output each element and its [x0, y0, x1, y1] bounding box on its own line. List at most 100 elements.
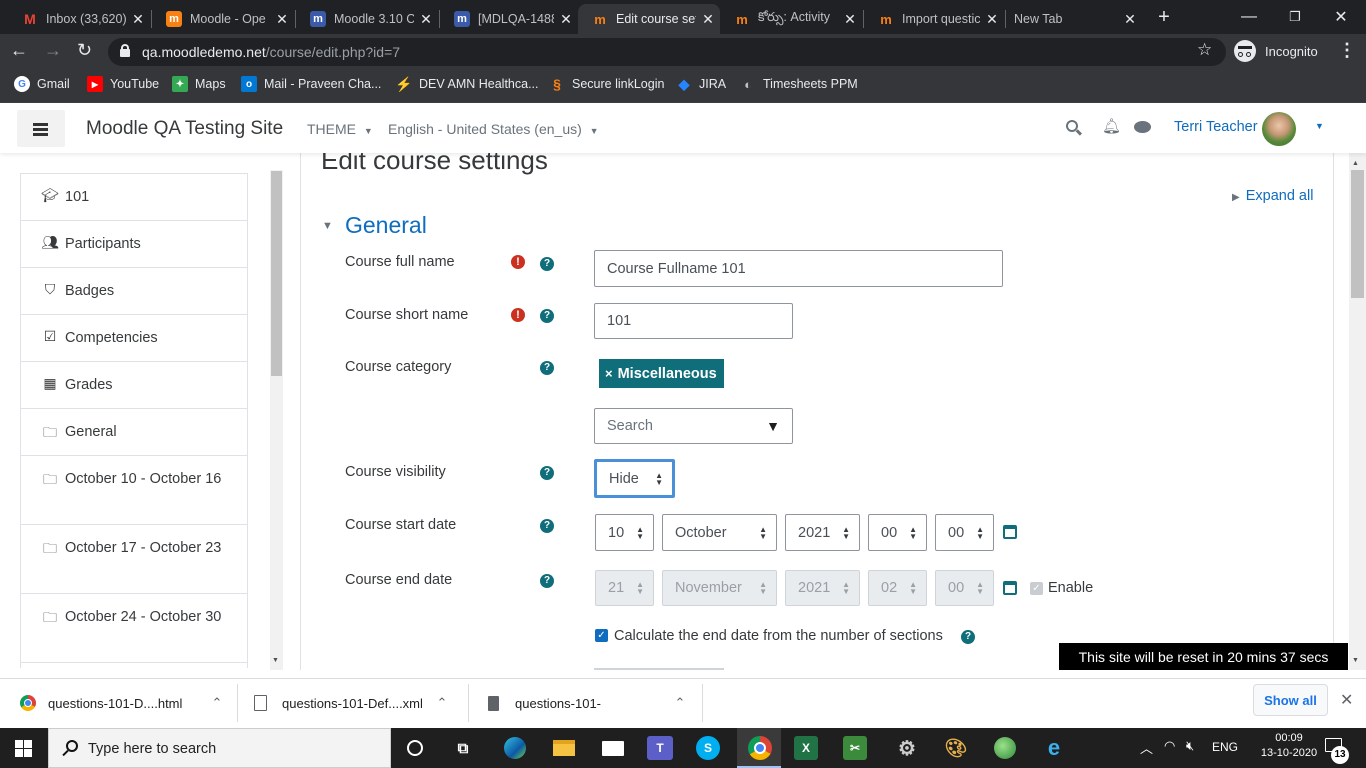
file-explorer-icon[interactable] [549, 733, 579, 763]
close-download-shelf-icon[interactable]: ✕ [1340, 690, 1353, 710]
enable-checkbox[interactable]: ✓ [1030, 582, 1043, 595]
tab-close-icon[interactable]: ✕ [126, 11, 150, 28]
tab-close-icon[interactable]: ✕ [554, 11, 578, 28]
bookmark-jira[interactable]: ◆ JIRA [676, 76, 726, 92]
tab-close-icon[interactable]: ✕ [1118, 11, 1142, 28]
start-day-select[interactable]: 10 ▲ ▼ [595, 514, 654, 551]
bookmark-mail[interactable]: o Mail - Praveen Cha... [241, 76, 381, 92]
help-icon[interactable]: ? [961, 630, 975, 644]
help-icon[interactable]: ? [540, 574, 554, 588]
shortname-input[interactable]: 101 [594, 303, 793, 339]
end-month-select[interactable]: November ▲ ▼ [662, 570, 777, 606]
wifi-icon[interactable]: ◠ [1164, 738, 1175, 754]
visibility-select[interactable]: Hide ▲ ▼ [594, 459, 675, 498]
sidebar-item-grades[interactable]: ▦ Grades [21, 362, 247, 409]
expand-all-link[interactable]: ▶ Expand all [1232, 188, 1313, 204]
avatar[interactable] [1262, 112, 1296, 146]
browser-tab-moodle-310[interactable]: m Moodle 3.10 C ✕ [296, 4, 438, 34]
start-year-select[interactable]: 2021 ▲ ▼ [785, 514, 860, 551]
remove-x-icon[interactable]: × [605, 366, 613, 381]
scroll-up-arrow-icon[interactable]: ▲ [1352, 160, 1359, 167]
mail-icon[interactable] [598, 733, 628, 763]
bookmark-star-icon[interactable]: ☆ [1197, 40, 1212, 60]
sidebar-item-course-101[interactable]: 🎓︎ 101 [21, 174, 247, 221]
category-tag[interactable]: × Miscellaneous [599, 359, 724, 388]
download-item-in-progress[interactable]: questions-101- ⌃ [488, 678, 692, 728]
new-tab-plus-icon[interactable]: + [1152, 5, 1176, 29]
bookmark-youtube[interactable]: ▶ YouTube [87, 76, 159, 92]
sidebar-item-week-oct24[interactable]: 🗀 October 24 - October 30 [21, 594, 247, 663]
download-item-xml[interactable]: questions-101-Def....xml ⌃ [254, 678, 454, 728]
browser-tab-mdlqa[interactable]: m [MDLQA-1488 ✕ [440, 4, 578, 34]
help-icon[interactable]: ? [540, 519, 554, 533]
scroll-down-arrow-icon[interactable]: ▼ [1352, 657, 1359, 664]
start-hour-select[interactable]: 00 ▲ ▼ [868, 514, 927, 551]
incognito-label[interactable]: Incognito [1265, 44, 1318, 59]
edge-icon[interactable] [500, 733, 530, 763]
dropdown-triangle-icon[interactable]: ▼ [766, 418, 780, 434]
tab-close-icon[interactable]: ✕ [414, 11, 438, 28]
sidebar-item-participants[interactable]: 👥︎ Participants [21, 221, 247, 268]
calendar-icon[interactable] [1003, 525, 1017, 539]
messages-icon[interactable] [1134, 121, 1151, 133]
language-menu[interactable]: English - United States (en_us) ▼ [388, 121, 599, 137]
task-view-icon[interactable]: ⧉ [448, 733, 478, 763]
paint-icon[interactable]: 🎨︎ [941, 733, 971, 763]
minimize-icon[interactable]: — [1226, 0, 1272, 34]
end-year-select[interactable]: 2021 ▲ ▼ [785, 570, 860, 606]
calc-end-date-checkbox[interactable]: ✓ [595, 629, 608, 642]
sidebar-item-week-oct10[interactable]: 🗀 October 10 - October 16 [21, 456, 247, 525]
user-menu-caret-icon[interactable]: ▼ [1315, 121, 1324, 131]
forward-arrow-icon[interactable]: → [44, 40, 62, 61]
site-name[interactable]: Moodle QA Testing Site [86, 118, 283, 140]
windows-start-icon[interactable] [15, 740, 32, 757]
tray-overflow-chevron-icon[interactable]: ︿ [1140, 738, 1153, 757]
volume-muted-icon[interactable]: 🔇︎ [1186, 738, 1194, 754]
teams-icon[interactable]: T [647, 736, 673, 760]
browser-tab-activity[interactable]: m కోర్సు: Activity ✕ [720, 4, 862, 34]
skype-icon[interactable]: S [696, 736, 720, 760]
search-icon[interactable] [1066, 120, 1083, 136]
help-icon[interactable]: ? [540, 361, 554, 375]
taskbar-search-box[interactable]: Type here to search [48, 728, 391, 768]
browser-tab-edit-course[interactable]: m Edit course set ✕ [578, 4, 720, 34]
browser-menu-icon[interactable]: ⋮ [1338, 40, 1356, 61]
collapse-caret-icon[interactable]: ▼ [322, 220, 333, 232]
tab-close-icon[interactable]: ✕ [838, 11, 862, 28]
scroll-down-arrow-icon[interactable]: ▼ [272, 657, 279, 664]
chevron-up-icon[interactable]: ⌃ [430, 695, 454, 711]
url-text[interactable]: qa.moodledemo.net/course/edit.php?id=7 [142, 44, 400, 60]
sidebar-item-competencies[interactable]: ☑ Competencies [21, 315, 247, 362]
help-icon[interactable]: ? [540, 466, 554, 480]
fullname-input[interactable]: Course Fullname 101 [594, 250, 1003, 287]
browser-tab-gmail[interactable]: M Inbox (33,620) ✕ [8, 4, 150, 34]
end-day-select[interactable]: 21 ▲ ▼ [595, 570, 654, 606]
bookmark-maps[interactable]: ✦ Maps [172, 76, 226, 92]
calendar-icon[interactable] [1003, 581, 1017, 595]
input-language[interactable]: ENG [1212, 740, 1238, 754]
browser-tab-new-tab[interactable]: New Tab ✕ [1000, 4, 1142, 34]
reload-icon[interactable]: ↻ [77, 40, 92, 61]
lock-icon[interactable] [120, 44, 130, 57]
end-minute-select[interactable]: 00 ▲ ▼ [935, 570, 994, 606]
globe-app-icon[interactable] [990, 733, 1020, 763]
user-name[interactable]: Terri Teacher [1174, 119, 1258, 135]
internet-explorer-icon[interactable]: e [1039, 733, 1069, 763]
tab-close-icon[interactable]: ✕ [696, 11, 720, 28]
show-all-downloads-button[interactable]: Show all [1253, 684, 1328, 716]
chevron-up-icon[interactable]: ⌃ [668, 695, 692, 711]
page-scrollbar-thumb[interactable] [1351, 170, 1364, 298]
close-window-icon[interactable]: ✕ [1318, 0, 1364, 34]
cortana-icon[interactable] [400, 733, 430, 763]
restore-window-icon[interactable]: ❐ [1272, 0, 1318, 34]
theme-menu[interactable]: THEME ▼ [307, 121, 373, 137]
browser-tab-moodle[interactable]: m Moodle - Ope ✕ [152, 4, 294, 34]
tab-close-icon[interactable]: ✕ [270, 11, 294, 28]
end-hour-select[interactable]: 02 ▲ ▼ [868, 570, 927, 606]
bookmark-dev-amn[interactable]: ⚡ DEV AMN Healthca... [395, 76, 538, 92]
download-item-html[interactable]: questions-101-D....html ⌃ [20, 678, 232, 728]
excel-icon[interactable]: X [794, 736, 818, 760]
sidebar-item-week-oct17[interactable]: 🗀 October 17 - October 23 [21, 525, 247, 594]
notifications-bell-icon[interactable]: 🔔︎ [1102, 117, 1121, 135]
drawer-toggle-button[interactable] [17, 110, 65, 147]
